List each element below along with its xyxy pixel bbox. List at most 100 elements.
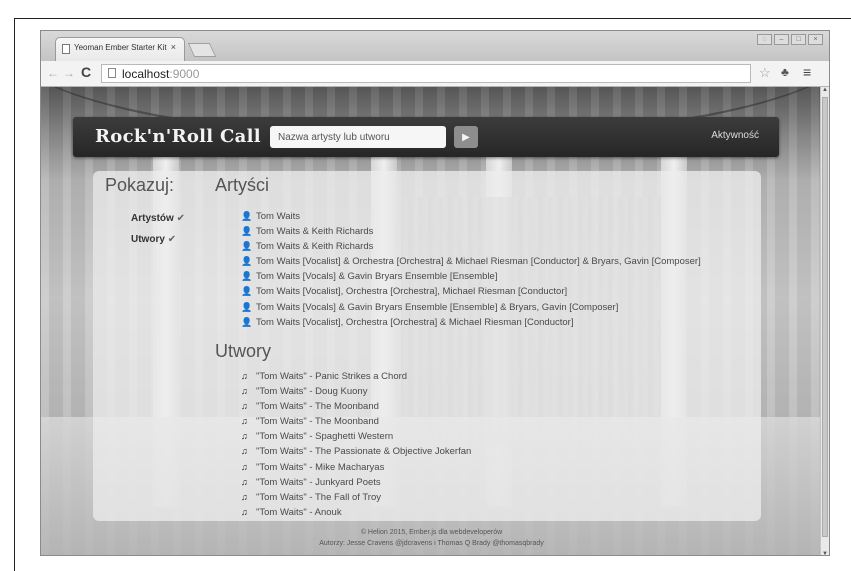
music-note-icon: ♫ bbox=[241, 461, 248, 472]
bookmark-star-icon[interactable]: ☆ bbox=[759, 65, 771, 81]
new-tab-button[interactable] bbox=[187, 43, 217, 57]
minimize-icon[interactable]: – bbox=[774, 34, 789, 45]
track-item[interactable]: ♫ "Tom Waits" - Anouk bbox=[241, 505, 471, 520]
artist-item[interactable]: 👤 Tom Waits [Vocalist], Orchestra [Orches… bbox=[241, 315, 701, 330]
footer-authors: Autorzy: Jesse Cravens @jdcravens i Thom… bbox=[319, 540, 544, 547]
music-note-icon: ♫ bbox=[241, 446, 248, 457]
track-name: "Tom Waits" - Anouk bbox=[256, 506, 342, 518]
results-panel: Pokazuj: Artystów ✔ Utwory ✔ Artyści 👤 To… bbox=[93, 171, 761, 521]
artist-item[interactable]: 👤 Tom Waits [Vocals] & Gavin Bryars Ensem… bbox=[241, 300, 701, 315]
reload-icon[interactable]: C bbox=[81, 64, 91, 80]
page-icon bbox=[62, 44, 70, 54]
artist-name: Tom Waits [Vocalist] & Orchestra [Orches… bbox=[256, 256, 701, 268]
address-bar[interactable]: localhost:9000 bbox=[101, 64, 751, 83]
user-icon: 👤 bbox=[241, 286, 253, 297]
artist-item[interactable]: 👤 Tom Waits [Vocalist], Orchestra [Orches… bbox=[241, 284, 701, 299]
activity-link[interactable]: Aktywność bbox=[711, 130, 759, 141]
artist-item[interactable]: 👤 Tom Waits & Keith Richards bbox=[241, 239, 701, 254]
music-note-icon: ♫ bbox=[241, 476, 248, 487]
page-frame-left-line bbox=[14, 18, 15, 571]
app-navbar: Rock'n'Roll Call ▶ Aktywność bbox=[73, 117, 779, 157]
track-name: "Tom Waits" - Junkyard Poets bbox=[256, 476, 381, 488]
maximize-icon[interactable]: □ bbox=[791, 34, 806, 45]
search-input[interactable] bbox=[270, 126, 446, 148]
music-note-icon: ♫ bbox=[241, 491, 248, 502]
track-item[interactable]: ♫ "Tom Waits" - Doug Kuony bbox=[241, 384, 471, 399]
track-item[interactable]: ♫ "Tom Waits" - The Fall of Troy bbox=[241, 490, 471, 505]
back-arrow-icon[interactable]: ← bbox=[47, 66, 59, 80]
tab-title: Yeoman Ember Starter Kit bbox=[74, 43, 167, 52]
scroll-up-arrow-icon[interactable]: ▲ bbox=[822, 87, 828, 93]
tab-close-icon[interactable]: × bbox=[171, 42, 176, 52]
browser-toolbar: ← → C localhost:9000 ☆ ♣ ≡ bbox=[41, 61, 829, 87]
artist-item[interactable]: 👤 Tom Waits [Vocals] & Gavin Bryars Ensem… bbox=[241, 269, 701, 284]
music-note-icon: ♫ bbox=[241, 371, 248, 381]
music-note-icon: ♫ bbox=[241, 416, 248, 427]
music-note-icon: ♫ bbox=[241, 506, 248, 517]
artist-name: Tom Waits & Keith Richards bbox=[256, 226, 374, 238]
track-item[interactable]: ♫ "Tom Waits" - The Moonband bbox=[241, 414, 471, 429]
forward-arrow-icon[interactable]: → bbox=[63, 66, 75, 80]
user-icon: 👤 bbox=[241, 226, 253, 237]
filter-label: Artystów bbox=[131, 213, 174, 224]
user-icon[interactable]: ◌ bbox=[757, 34, 772, 45]
filter-title: Pokazuj: bbox=[105, 175, 175, 195]
artist-name: Tom Waits [Vocals] & Gavin Bryars Ensemb… bbox=[256, 271, 498, 283]
url-host: localhost bbox=[122, 67, 170, 81]
footer-copyright: © Helion 2015, Ember.js dla webdeveloper… bbox=[360, 529, 503, 536]
track-item[interactable]: ♫ "Tom Waits" - Junkyard Poets bbox=[241, 475, 471, 490]
artist-name: Tom Waits & Keith Richards bbox=[256, 241, 374, 253]
filter-artists-toggle[interactable]: Artystów ✔ bbox=[131, 213, 185, 224]
brand-logo[interactable]: Rock'n'Roll Call bbox=[95, 126, 261, 147]
user-icon: 👤 bbox=[241, 256, 253, 267]
track-name: "Tom Waits" - The Moonband bbox=[256, 401, 379, 413]
filter-tracks-toggle[interactable]: Utwory ✔ bbox=[131, 234, 176, 245]
track-name: "Tom Waits" - Doug Kuony bbox=[256, 386, 368, 398]
page-viewport: Rock'n'Roll Call ▶ Aktywność Pokazuj: Ar… bbox=[41, 87, 822, 555]
track-item[interactable]: ♫ "Tom Waits" - Spaghetti Western bbox=[241, 429, 471, 444]
track-item[interactable]: ♫ "Tom Waits" - The Moonband bbox=[241, 399, 471, 414]
artist-item[interactable]: 👤 Tom Waits & Keith Richards bbox=[241, 224, 701, 239]
track-name: "Tom Waits" - The Moonband bbox=[256, 416, 379, 428]
browser-window: Yeoman Ember Starter Kit × ◌ – □ × ← → C… bbox=[40, 30, 830, 556]
artist-name: Tom Waits [Vocals] & Gavin Bryars Ensemb… bbox=[256, 301, 619, 313]
page-footer: © Helion 2015, Ember.js dla webdeveloper… bbox=[41, 527, 822, 549]
url-text: localhost:9000 bbox=[122, 67, 199, 81]
music-note-icon: ♫ bbox=[241, 386, 248, 397]
user-icon: 👤 bbox=[241, 301, 253, 312]
user-icon: 👤 bbox=[241, 241, 253, 252]
artist-name: Tom Waits [Vocalist], Orchestra [Orchest… bbox=[256, 316, 574, 328]
window-controls: ◌ – □ × bbox=[757, 34, 823, 45]
artist-item[interactable]: 👤 Tom Waits [Vocalist] & Orchestra [Orche… bbox=[241, 254, 701, 269]
music-note-icon: ♫ bbox=[241, 431, 248, 442]
artist-name: Tom Waits bbox=[256, 211, 300, 222]
checkmark-icon: ✔ bbox=[176, 213, 185, 224]
scroll-down-arrow-icon[interactable]: ▼ bbox=[822, 551, 828, 555]
track-item[interactable]: ♫ "Tom Waits" - The Passionate & Objectiv… bbox=[241, 444, 471, 459]
browser-tab-bar: Yeoman Ember Starter Kit × ◌ – □ × bbox=[41, 31, 829, 61]
tracks-list: ♫ "Tom Waits" - Panic Strikes a Chord ♫ "T… bbox=[241, 369, 471, 520]
tracks-section-title: Utwory bbox=[215, 341, 272, 361]
checkmark-icon: ✔ bbox=[167, 234, 177, 245]
user-icon: 👤 bbox=[241, 316, 253, 327]
close-window-icon[interactable]: × bbox=[808, 34, 823, 45]
menu-icon[interactable]: ≡ bbox=[803, 64, 811, 80]
page-frame-top-line bbox=[14, 18, 851, 19]
track-name: "Tom Waits" - The Fall of Troy bbox=[256, 491, 381, 503]
browser-tab[interactable]: Yeoman Ember Starter Kit × bbox=[55, 37, 185, 61]
track-name: "Tom Waits" - Spaghetti Western bbox=[256, 431, 394, 443]
url-port: :9000 bbox=[169, 67, 200, 81]
track-name: "Tom Waits" - Panic Strikes a Chord bbox=[256, 371, 408, 382]
user-icon: 👤 bbox=[241, 211, 253, 221]
track-name: "Tom Waits" - The Passionate & Objective… bbox=[256, 446, 472, 458]
music-note-icon: ♫ bbox=[241, 401, 248, 412]
extension-icon[interactable]: ♣ bbox=[781, 65, 789, 79]
vertical-scrollbar[interactable]: ▲ ▼ bbox=[820, 87, 829, 555]
artists-section-title: Artyści bbox=[215, 175, 269, 195]
scrollbar-thumb[interactable] bbox=[822, 97, 828, 537]
filter-label: Utwory bbox=[131, 234, 165, 245]
track-item[interactable]: ♫ "Tom Waits" - Mike Macharyas bbox=[241, 460, 471, 475]
artist-item[interactable]: 👤 Tom Waits bbox=[241, 209, 701, 224]
track-item[interactable]: ♫ "Tom Waits" - Panic Strikes a Chord bbox=[241, 369, 471, 384]
search-submit-button[interactable]: ▶ bbox=[454, 126, 478, 148]
